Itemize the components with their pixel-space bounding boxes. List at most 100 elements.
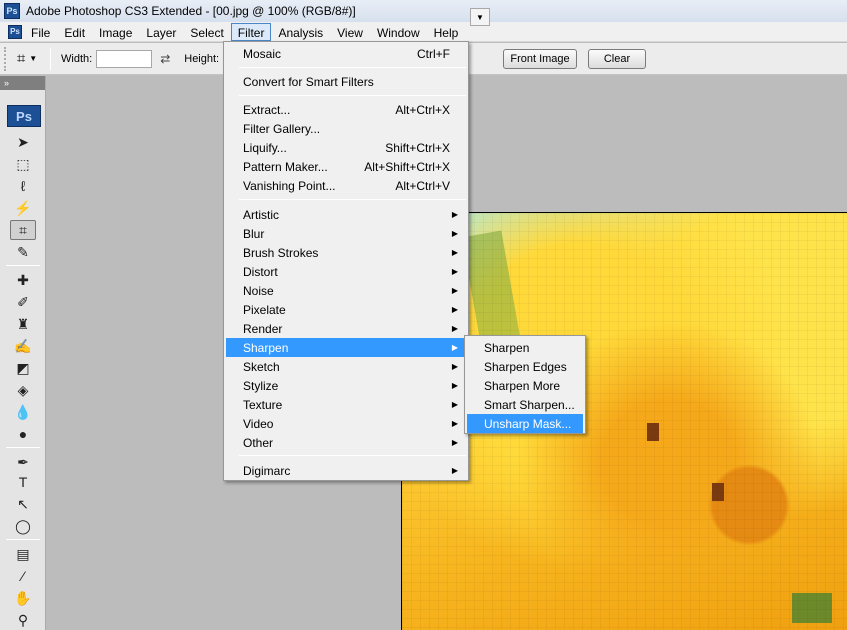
menu-item-label: Extract... — [243, 102, 291, 117]
filter-menu-item-liquify[interactable]: Liquify... Shift+Ctrl+X — [226, 138, 466, 157]
sharpen-submenu-item-smart-sharpen[interactable]: Smart Sharpen... — [467, 395, 583, 414]
zoom-tool-icon[interactable]: ⚲ — [10, 610, 36, 630]
menu-window[interactable]: Window — [370, 23, 427, 41]
filter-menu-item-blur[interactable]: Blur ▶ — [226, 224, 466, 243]
filter-menu-item-filter-gallery[interactable]: Filter Gallery... — [226, 119, 466, 138]
eraser-tool-icon[interactable]: ◩ — [10, 358, 36, 378]
shape-tool-icon[interactable]: ◯ — [10, 516, 36, 536]
toolbox-collapse-icon[interactable]: » — [0, 76, 45, 90]
menu-item-label: Digimarc — [243, 463, 291, 478]
crop-icon: ⌗ — [16, 50, 26, 67]
filter-menu: Mosaic Ctrl+F Convert for Smart Filters … — [223, 41, 469, 481]
filter-menu-item-vanishing-point[interactable]: Vanishing Point... Alt+Ctrl+V — [226, 176, 466, 195]
submenu-arrow-icon: ▶ — [451, 267, 458, 276]
healing-brush-tool-icon[interactable]: ✚ — [10, 270, 36, 290]
menu-item-shortcut: Ctrl+F — [417, 46, 450, 61]
sharpen-submenu-item-sharpen-more[interactable]: Sharpen More — [467, 376, 583, 395]
sharpen-submenu: Sharpen Sharpen Edges Sharpen More Smart… — [464, 335, 586, 434]
path-selection-tool-icon[interactable]: ↖ — [10, 494, 36, 514]
front-image-button[interactable]: Front Image — [503, 49, 577, 69]
menu-item-label: Stylize — [243, 378, 279, 393]
brush-tool-icon[interactable]: ✐ — [10, 292, 36, 312]
submenu-arrow-icon: ▶ — [451, 210, 458, 219]
move-tool-icon[interactable]: ➤ — [10, 132, 36, 152]
submenu-arrow-icon: ▶ — [451, 286, 458, 295]
notes-tool-icon[interactable]: ▤ — [10, 544, 36, 564]
filter-menu-item-pixelate[interactable]: Pixelate ▶ — [226, 300, 466, 319]
submenu-arrow-icon: ▶ — [451, 381, 458, 390]
filter-menu-item-convert-smart[interactable]: Convert for Smart Filters — [226, 72, 466, 91]
clone-stamp-tool-icon[interactable]: ♜ — [10, 314, 36, 334]
type-tool-icon[interactable]: T — [10, 472, 36, 492]
toolbox-divider — [6, 265, 40, 266]
menu-edit[interactable]: Edit — [57, 23, 92, 41]
width-input[interactable] — [96, 49, 153, 68]
lasso-tool-icon[interactable]: ℓ — [10, 176, 36, 196]
filter-menu-item-sharpen[interactable]: Sharpen ▶ — [226, 338, 466, 357]
filter-menu-item-texture[interactable]: Texture ▶ — [226, 395, 466, 414]
filter-menu-item-artistic[interactable]: Artistic ▶ — [226, 205, 466, 224]
filter-menu-item-last-filter[interactable]: Mosaic Ctrl+F — [226, 44, 466, 63]
filter-menu-item-sketch[interactable]: Sketch ▶ — [226, 357, 466, 376]
menu-view[interactable]: View — [330, 23, 370, 41]
submenu-arrow-icon: ▶ — [451, 362, 458, 371]
filter-menu-item-video[interactable]: Video ▶ — [226, 414, 466, 433]
dodge-tool-icon[interactable]: ● — [10, 424, 36, 444]
menu-item-shortcut: Shift+Ctrl+X — [385, 140, 450, 155]
menu-analysis[interactable]: Analysis — [271, 23, 330, 41]
menu-select[interactable]: Select — [183, 23, 230, 41]
filter-menu-item-stylize[interactable]: Stylize ▶ — [226, 376, 466, 395]
menu-item-label: Brush Strokes — [243, 245, 319, 260]
menu-help[interactable]: Help — [427, 23, 466, 41]
filter-menu-item-other[interactable]: Other ▶ — [226, 433, 466, 452]
sharpen-submenu-item-sharpen[interactable]: Sharpen — [467, 338, 583, 357]
eyedropper-tool-icon[interactable]: ⁄ — [10, 566, 36, 586]
submenu-arrow-icon: ▶ — [451, 343, 458, 352]
photoshop-menu-icon[interactable]: Ps — [8, 24, 22, 39]
paint-bucket-tool-icon[interactable]: ◈ — [10, 380, 36, 400]
swap-arrows-icon[interactable]: ⇄ — [160, 52, 170, 66]
marquee-tool-icon[interactable]: ⬚ — [10, 154, 36, 174]
submenu-arrow-icon: ▶ — [451, 466, 458, 475]
menu-filter[interactable]: Filter — [230, 22, 272, 41]
menu-item-label: Noise — [243, 283, 274, 298]
pen-tool-icon[interactable]: ✒ — [10, 452, 36, 472]
crop-tool-icon[interactable]: ⌗ — [10, 220, 36, 240]
menu-item-label: Sketch — [243, 359, 280, 374]
menu-file[interactable]: File — [24, 23, 57, 41]
menu-separator — [239, 95, 466, 96]
filter-menu-item-distort[interactable]: Distort ▶ — [226, 262, 466, 281]
magic-wand-tool-icon[interactable]: ⚡ — [10, 198, 36, 218]
hand-tool-icon[interactable]: ✋ — [10, 588, 36, 608]
menu-layer[interactable]: Layer — [139, 23, 183, 41]
filter-menu-item-noise[interactable]: Noise ▶ — [226, 281, 466, 300]
filter-menu-item-brush-strokes[interactable]: Brush Strokes ▶ — [226, 243, 466, 262]
sharpen-submenu-item-sharpen-edges[interactable]: Sharpen Edges — [467, 357, 583, 376]
filter-menu-item-extract[interactable]: Extract... Alt+Ctrl+X — [226, 100, 466, 119]
menu-item-shortcut: Alt+Ctrl+V — [395, 178, 450, 193]
filter-menu-item-digimarc[interactable]: Digimarc ▶ — [226, 461, 466, 480]
resolution-units-dropdown[interactable]: ▼ — [470, 8, 490, 26]
menu-item-label: Pattern Maker... — [243, 159, 328, 174]
chevron-down-icon: ▼ — [476, 12, 484, 22]
menu-item-label: Sharpen — [243, 340, 289, 355]
history-brush-tool-icon[interactable]: ✍ — [10, 336, 36, 356]
filter-menu-item-pattern-maker[interactable]: Pattern Maker... Alt+Shift+Ctrl+X — [226, 157, 466, 176]
menu-bar: Ps File Edit Image Layer Select Filter A… — [0, 22, 847, 42]
sharpen-submenu-item-unsharp-mask[interactable]: Unsharp Mask... — [467, 414, 583, 433]
tool-preset-picker[interactable]: ⌗ ▼ — [8, 47, 46, 71]
blur-tool-icon[interactable]: 💧 — [10, 402, 36, 422]
photoshop-logo[interactable]: Ps — [7, 105, 41, 127]
menu-image[interactable]: Image — [92, 23, 139, 41]
clear-button[interactable]: Clear — [588, 49, 646, 69]
width-label: Width: — [61, 52, 93, 65]
submenu-arrow-icon: ▶ — [451, 248, 458, 257]
submenu-arrow-icon: ▶ — [451, 419, 458, 428]
menu-item-shortcut: Alt+Shift+Ctrl+X — [364, 159, 450, 174]
filter-menu-item-render[interactable]: Render ▶ — [226, 319, 466, 338]
toolbox: » Ps ➤ ⬚ ℓ ⚡ ⌗ ✎ ✚ ✐ ♜ ✍ ◩ ◈ 💧 ● ✒ T ↖ ◯… — [0, 76, 46, 630]
menu-separator — [239, 199, 466, 200]
slice-tool-icon[interactable]: ✎ — [10, 242, 36, 262]
menu-item-label: Distort — [243, 264, 278, 279]
photoshop-app-icon: Ps — [4, 3, 20, 19]
